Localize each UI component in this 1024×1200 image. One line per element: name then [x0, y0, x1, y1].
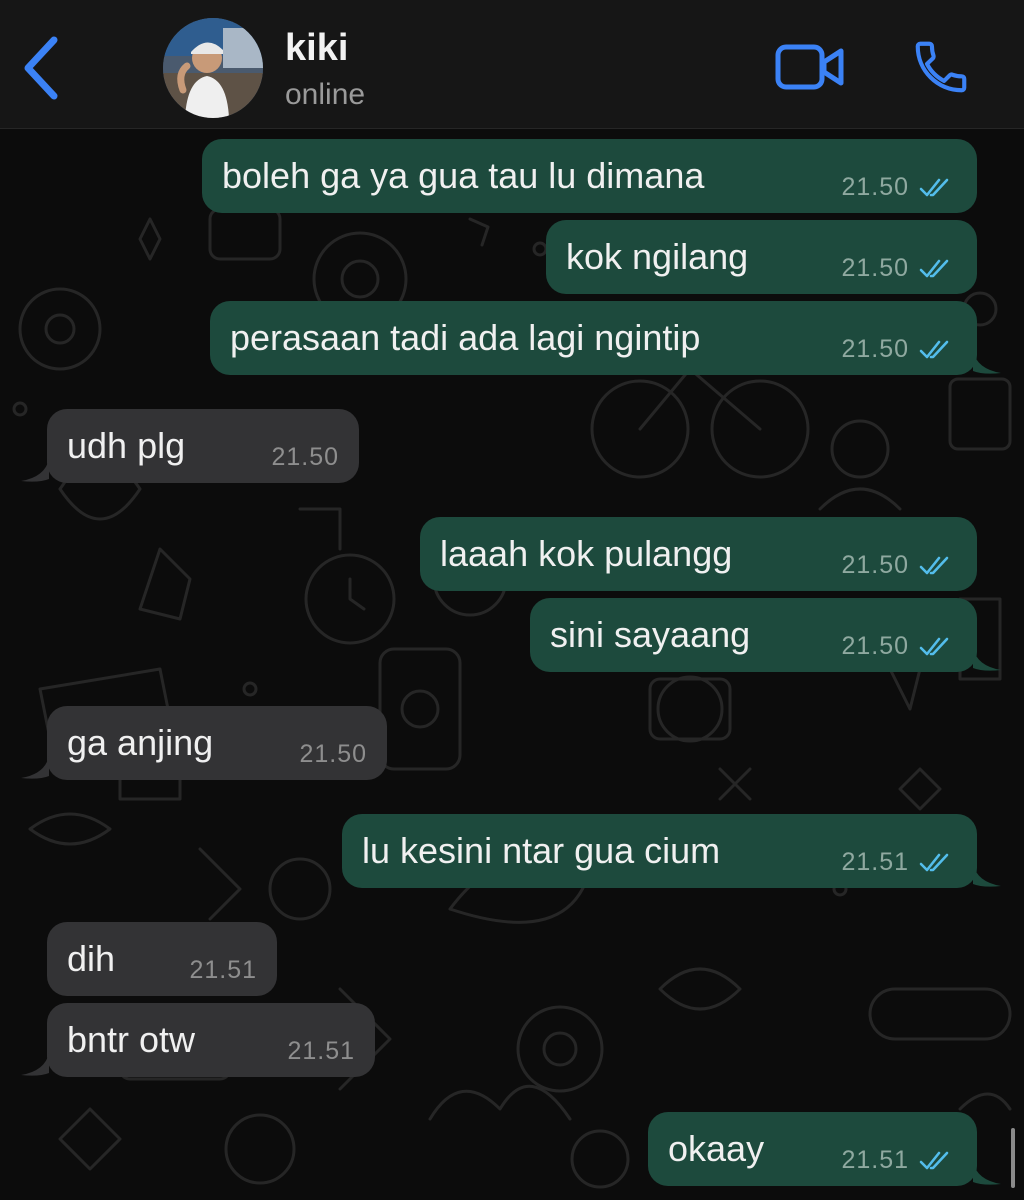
- message-time: 21.50: [841, 173, 909, 201]
- message-bubble-incoming[interactable]: dih 21.51: [47, 922, 277, 996]
- video-call-button[interactable]: [774, 42, 846, 92]
- contact-name[interactable]: kiki: [285, 26, 348, 70]
- message-time: 21.50: [841, 254, 909, 282]
- bubble-tail: [973, 648, 1001, 671]
- message-time: 21.51: [841, 1146, 909, 1174]
- message-time: 21.50: [841, 335, 909, 363]
- chat-header: kiki online: [0, 0, 1024, 129]
- message-text: ga anjing: [67, 722, 214, 763]
- bubble-tail: [973, 351, 1001, 374]
- message-bubble-outgoing[interactable]: perasaan tadi ada lagi ngintip 21.50: [210, 301, 977, 375]
- message-text: dih: [67, 938, 116, 979]
- bubble-tail: [21, 1053, 49, 1076]
- message-bubble-incoming[interactable]: ga anjing 21.50: [47, 706, 387, 780]
- message-time: 21.51: [189, 956, 257, 984]
- message-bubble-outgoing[interactable]: laaah kok pulangg 21.50: [420, 517, 977, 591]
- message-text: laaah kok pulangg: [440, 533, 733, 574]
- bubble-tail: [973, 1162, 1001, 1185]
- message-text: okaay: [668, 1128, 765, 1169]
- message-text: lu kesini ntar gua cium: [362, 830, 721, 871]
- bubble-tail: [21, 459, 49, 482]
- message-list[interactable]: boleh ga ya gua tau lu dimana 21.50 kok …: [0, 129, 1024, 1200]
- message-bubble-outgoing[interactable]: okaay 21.51: [648, 1112, 977, 1186]
- double-check-icon: [919, 637, 949, 656]
- chevron-left-icon: [24, 36, 58, 100]
- message-text: perasaan tadi ada lagi ngintip: [230, 317, 701, 358]
- message-text: udh plg: [67, 425, 186, 466]
- contact-status: online: [285, 78, 366, 111]
- message-time: 21.50: [299, 740, 367, 768]
- message-text: bntr otw: [67, 1019, 196, 1060]
- double-check-icon: [919, 178, 949, 197]
- double-check-icon: [919, 259, 949, 278]
- message-text: boleh ga ya gua tau lu dimana: [222, 155, 705, 196]
- message-bubble-outgoing[interactable]: boleh ga ya gua tau lu dimana 21.50: [202, 139, 977, 213]
- double-check-icon: [919, 556, 949, 575]
- phone-icon: [915, 41, 967, 93]
- message-text: sini sayaang: [550, 614, 751, 655]
- voice-call-button[interactable]: [910, 36, 972, 98]
- chat-screen: kiki online boleh ga ya gua tau lu diman…: [0, 0, 1024, 1200]
- video-camera-icon: [775, 44, 844, 90]
- message-time: 21.50: [271, 443, 339, 471]
- message-text: kok ngilang: [566, 236, 749, 277]
- contact-avatar[interactable]: [163, 18, 263, 118]
- double-check-icon: [919, 1151, 949, 1170]
- bubble-tail: [21, 756, 49, 779]
- back-button[interactable]: [14, 30, 70, 106]
- message-bubble-outgoing[interactable]: kok ngilang 21.50: [546, 220, 977, 294]
- message-time: 21.51: [287, 1037, 355, 1065]
- message-time: 21.50: [841, 551, 909, 579]
- message-bubble-incoming[interactable]: bntr otw 21.51: [47, 1003, 375, 1077]
- message-bubble-outgoing[interactable]: lu kesini ntar gua cium 21.51: [342, 814, 977, 888]
- message-bubble-outgoing[interactable]: sini sayaang 21.50: [530, 598, 977, 672]
- message-time: 21.51: [841, 848, 909, 876]
- scrollbar[interactable]: [1011, 1128, 1015, 1188]
- message-time: 21.50: [841, 632, 909, 660]
- message-bubble-incoming[interactable]: udh plg 21.50: [47, 409, 359, 483]
- double-check-icon: [919, 853, 949, 872]
- bubble-tail: [973, 864, 1001, 887]
- double-check-icon: [919, 340, 949, 359]
